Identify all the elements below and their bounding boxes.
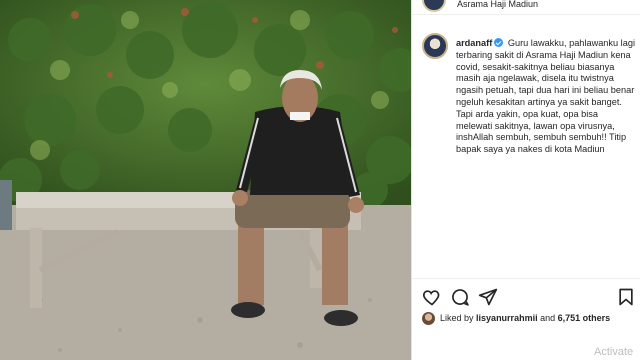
likes-user[interactable]: lisyanurrahmii bbox=[476, 313, 538, 323]
caption-avatar[interactable] bbox=[422, 33, 448, 59]
post-header: Asrama Haji Madiun bbox=[412, 0, 640, 15]
likes-others[interactable]: 6,751 others bbox=[558, 313, 611, 323]
post-location[interactable]: Asrama Haji Madiun bbox=[457, 0, 538, 9]
likes-text: Liked by lisyanurrahmii and 6,751 others bbox=[440, 313, 610, 323]
comment-icon[interactable] bbox=[450, 287, 470, 307]
heart-icon[interactable] bbox=[422, 287, 442, 307]
caption-body: Guru lawakku, pahlawanku lagi terbaring … bbox=[456, 38, 635, 155]
caption-username[interactable]: ardanaff bbox=[456, 38, 492, 48]
post-side-panel: Asrama Haji Madiun ardanaff Guru lawakku… bbox=[411, 0, 640, 360]
share-icon[interactable] bbox=[478, 287, 498, 307]
post-photo[interactable] bbox=[0, 0, 411, 360]
os-activation-watermark: Activate bbox=[594, 346, 634, 358]
verified-badge-icon bbox=[494, 38, 504, 47]
likes-prefix: Liked by bbox=[440, 313, 474, 323]
likes-line: Liked by lisyanurrahmii and 6,751 others bbox=[422, 311, 638, 327]
bookmark-icon[interactable] bbox=[616, 287, 636, 307]
caption-text: ardanaff Guru lawakku, pahlawanku lagi t… bbox=[456, 38, 636, 156]
liker-avatar[interactable] bbox=[422, 312, 435, 325]
photo-illustration bbox=[0, 0, 411, 360]
header-avatar[interactable] bbox=[422, 0, 446, 12]
likes-joiner: and bbox=[540, 313, 556, 323]
